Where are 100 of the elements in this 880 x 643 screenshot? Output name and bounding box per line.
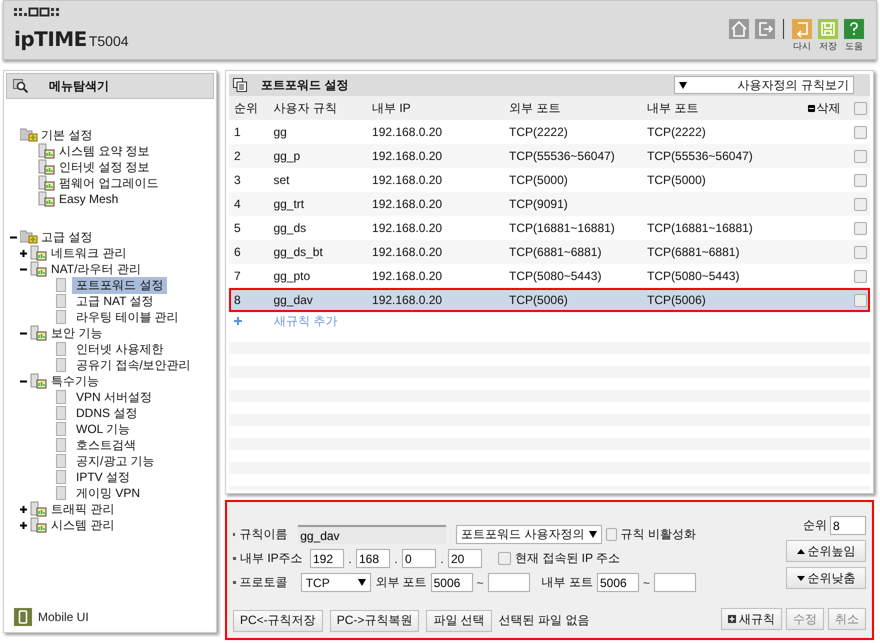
ip-octet-field[interactable]: 0 <box>402 549 436 568</box>
table-cell: 192.168.0.20 <box>372 293 442 307</box>
menu-item[interactable]: 게이밍 VPN <box>72 484 144 502</box>
menu-item[interactable]: VPN 서버설정 <box>72 388 156 406</box>
preset-dropdown[interactable]: 포트포워드 사용자정의 <box>456 525 602 544</box>
delete-checkbox[interactable] <box>854 222 867 234</box>
menu-item[interactable]: IPTV 설정 <box>72 468 134 486</box>
menu-item[interactable]: 펌웨어 업그레이드 <box>59 174 158 192</box>
ip-octet-field[interactable]: 20 <box>448 549 482 568</box>
folder-icon <box>30 517 48 533</box>
panel-title: 포트포워드 설정 <box>261 76 350 94</box>
menu-item[interactable]: 공유기 접속/보안관리 <box>72 356 195 374</box>
menu-item[interactable]: NAT/라우터 관리 <box>51 260 141 278</box>
menu-item[interactable]: 인터넷 사용제한 <box>72 340 168 358</box>
delete-checkbox[interactable] <box>854 126 867 138</box>
column-header: 내부 IP <box>372 100 412 116</box>
menu-group[interactable]: 기본 설정 <box>41 126 92 144</box>
triangle-up-icon <box>796 548 804 554</box>
menu-item[interactable]: 특수기능 <box>51 372 99 390</box>
table-row[interactable]: 6 gg_ds_bt 192.168.0.20 TCP(6881~6881) TCP(6881~6881) <box>229 240 870 264</box>
minus-icon <box>808 104 816 112</box>
table-cell: 192.168.0.20 <box>372 149 442 163</box>
collapse-icon[interactable] <box>20 330 27 336</box>
delete-checkbox[interactable] <box>854 294 867 306</box>
port-field[interactable]: 5006 <box>430 573 473 592</box>
checkbox[interactable] <box>606 528 617 541</box>
port-field[interactable] <box>488 573 530 592</box>
collapse-icon[interactable] <box>10 234 17 240</box>
delete-checkbox[interactable] <box>854 198 867 210</box>
delete-checkbox[interactable] <box>854 270 867 282</box>
ip-separator: . <box>348 552 352 566</box>
menu-item[interactable]: Easy Mesh <box>59 192 118 206</box>
delete-checkbox[interactable] <box>854 246 867 258</box>
action-button[interactable]: PC<-규칙저장 <box>233 610 323 632</box>
menu-item[interactable]: 트래픽 관리 <box>51 500 114 518</box>
menu-item[interactable]: 보안 기능 <box>51 324 102 342</box>
triangle-down-icon <box>796 576 804 580</box>
table-cell: 2 <box>234 149 241 163</box>
table-cell: gg_pto <box>273 269 310 283</box>
menu-item[interactable]: 시스템 요약 정보 <box>59 142 150 160</box>
file-status: 선택된 파일 없음 <box>498 612 590 629</box>
menu-item[interactable]: DDNS 설정 <box>72 404 142 422</box>
menu-item[interactable]: 포트포워드 설정 <box>72 276 168 294</box>
table-row[interactable]: 4 gg_trt 192.168.0.20 TCP(9091) <box>229 192 870 216</box>
action-button[interactable]: PC->규칙복원 <box>330 610 420 632</box>
menu-item[interactable]: 고급 NAT 설정 <box>72 292 158 310</box>
ip-octet-field[interactable]: 192 <box>310 549 344 568</box>
rule-name-field[interactable]: gg_dav <box>298 525 446 544</box>
column-header: 순위 <box>234 100 259 116</box>
table-cell: gg_trt <box>273 197 304 211</box>
logo-dots-icon <box>14 7 60 17</box>
menu-item[interactable]: 인터넷 설정 정보 <box>59 158 150 176</box>
page-icon <box>56 470 66 484</box>
page-icon <box>38 143 56 159</box>
port-field[interactable] <box>654 573 696 592</box>
collapse-icon[interactable] <box>20 378 27 384</box>
column-header: 외부 포트 <box>509 100 562 116</box>
select-all-checkbox[interactable] <box>854 102 867 114</box>
menu-item[interactable]: 공지/광고 기능 <box>72 452 159 470</box>
view-dropdown[interactable]: 사용자정의 규칙보기 <box>674 76 854 94</box>
page-icon <box>38 191 56 207</box>
logout-button[interactable] <box>755 19 775 39</box>
menu-group[interactable]: 고급 설정 <box>41 228 92 246</box>
table-cell: gg_ds <box>273 221 306 235</box>
checkbox[interactable] <box>498 552 511 565</box>
table-cell: set <box>273 173 290 187</box>
delete-checkbox[interactable] <box>854 150 867 162</box>
ip-separator: . <box>440 552 444 566</box>
folder-icon <box>30 245 48 261</box>
port-field[interactable]: 5006 <box>596 573 639 592</box>
move-up-button[interactable]: 순위높임 <box>786 540 866 562</box>
menu-item[interactable]: WOL 기능 <box>72 420 134 438</box>
menu-item[interactable]: 네트워크 관리 <box>51 244 126 262</box>
table-cell: TCP(6881~6881) <box>509 245 602 259</box>
menu-item[interactable]: 호스트검색 <box>72 436 140 454</box>
table-cell: gg_p <box>273 149 300 163</box>
menu-item[interactable]: 라우팅 테이블 관리 <box>72 308 183 326</box>
expand-icon[interactable] <box>20 522 27 528</box>
expand-icon[interactable] <box>20 506 27 512</box>
order-field[interactable]: 8 <box>830 516 866 535</box>
page-icon <box>56 422 66 436</box>
selected-row[interactable]: 8 gg_dav 192.168.0.20 TCP(5006) TCP(5006) <box>229 288 870 312</box>
column-header: 삭제 <box>816 100 840 116</box>
menu-item[interactable]: 시스템 관리 <box>51 516 114 534</box>
mobile-ui-link[interactable]: Mobile UI <box>38 610 89 624</box>
collapse-icon[interactable] <box>20 266 27 272</box>
new-rule-button[interactable]: 새규칙 <box>721 608 782 630</box>
home-button[interactable] <box>729 19 749 39</box>
table-cell: TCP(2222) <box>509 125 568 139</box>
expand-icon[interactable] <box>20 250 27 256</box>
protocol-dropdown[interactable]: TCP <box>300 573 372 592</box>
table-row[interactable]: 2 gg_p 192.168.0.20 TCP(55536~56047) TCP(55536~56047) <box>229 144 870 168</box>
move-down-button[interactable]: 순위낮춤 <box>786 567 866 589</box>
column-header: 내부 포트 <box>647 100 700 116</box>
table-cell: 1 <box>234 125 241 139</box>
column-header: 사용자 규칙 <box>273 100 338 116</box>
table-cell: TCP(9091) <box>509 197 568 211</box>
file-button[interactable]: 파일 선택 <box>426 610 492 632</box>
ip-octet-field[interactable]: 168 <box>356 549 390 568</box>
delete-checkbox[interactable] <box>854 174 867 186</box>
